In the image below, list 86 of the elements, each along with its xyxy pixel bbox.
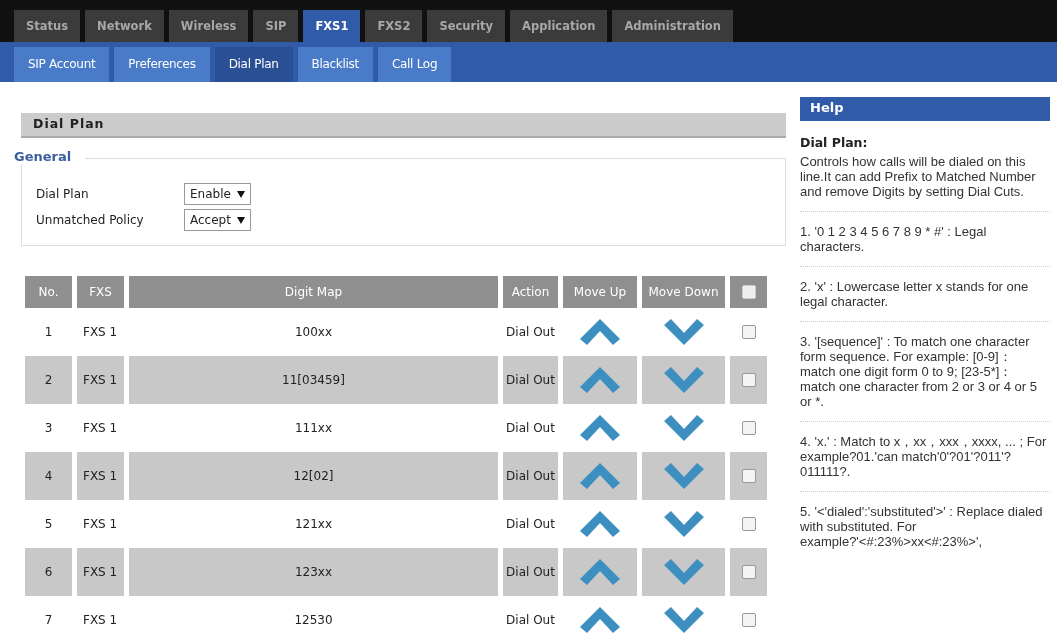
nav-tab[interactable]: Wireless (168, 10, 249, 42)
table-cell-text: 100xx (293, 324, 334, 341)
help-text: 3. '[sequence]' : To match one character form sequence. For example: [0-9]： match one digit form 0 to 9; [23-5*]： match one character from 2 or 3 or 4 or 5 or *. (800, 321, 1050, 421)
help-text: 4. 'x.' : Match to x，xx，xxx，xxxx, ... ; For example?01.'can match'0'?01'?011'?011111?. (800, 421, 1050, 491)
nav-tab[interactable]: SIP (253, 10, 299, 42)
sub-tab[interactable]: SIP Account (14, 47, 110, 82)
help-subtitle: Dial Plan: (800, 135, 869, 150)
row-checkbox[interactable] (741, 469, 756, 483)
move-down-icon[interactable] (663, 559, 704, 585)
table-cell-text: FXS 1 (82, 420, 119, 437)
sub-tab[interactable]: Blacklist (297, 47, 373, 82)
help-text: 2. 'x' : Lowercase letter x stands for one legal character. (800, 266, 1050, 321)
table-cell-text: 111xx (293, 420, 334, 437)
table-cell: Dial Out (503, 452, 558, 500)
table-cell: FXS 1 (77, 356, 124, 404)
legend-title: General (14, 149, 86, 164)
table-cell-text: 3 (43, 420, 54, 437)
move-up-icon[interactable] (580, 511, 620, 537)
nav-tab[interactable]: FXS1 (303, 10, 361, 42)
nav-tab[interactable]: Administration (612, 10, 733, 42)
table-cell: 11[03459] (129, 356, 498, 404)
move-up-icon[interactable] (580, 319, 620, 345)
column-header: Move Down (642, 276, 725, 308)
nav-tab[interactable]: Network (85, 10, 164, 42)
row-checkbox[interactable] (741, 565, 756, 579)
move-up-icon[interactable] (580, 607, 620, 633)
field-label: Dial Plan (36, 187, 90, 201)
table-cell: FXS 1 (77, 452, 124, 500)
table-cell-text: FXS 1 (82, 516, 119, 533)
row-checkbox[interactable] (741, 325, 756, 339)
column-header: No. (25, 276, 72, 308)
dropdown[interactable]: Enable (184, 183, 251, 205)
sub-tab[interactable]: Call Log (377, 47, 452, 82)
column-header: Digit Map (129, 276, 498, 308)
table-cell-text: FXS 1 (82, 612, 119, 629)
help-text: 1. '0 1 2 3 4 5 6 7 8 9 * #' : Legal characters. (800, 211, 1050, 266)
table-cell-text: Dial Out (505, 516, 556, 533)
move-down-icon[interactable] (663, 463, 704, 489)
dropdown[interactable]: Accept (184, 209, 251, 231)
table-cell: 6 (25, 548, 72, 596)
table-cell: 2 (25, 356, 72, 404)
row-checkbox[interactable] (741, 373, 756, 387)
row-checkbox[interactable] (741, 421, 756, 435)
caret-icon (236, 190, 245, 198)
table-cell-text: 5 (43, 516, 54, 533)
help-header: Help (800, 97, 1050, 121)
table-cell-text: 121xx (293, 516, 334, 533)
help-text: 5. '<'dialed':'substituted'>' : Replace dialed with substituted. For example?'<#:23%>xx<#:23%>', (800, 491, 1050, 561)
row-checkbox[interactable] (741, 613, 756, 627)
table-cell-text: FXS 1 (82, 324, 119, 341)
nav-tab[interactable]: Status (14, 10, 81, 42)
sub-tab[interactable]: Preferences (114, 47, 210, 82)
sub-tab[interactable]: Dial Plan (214, 47, 293, 82)
move-up-icon[interactable] (580, 415, 620, 441)
row-checkbox[interactable] (741, 517, 756, 531)
table-cell-text: 7 (43, 612, 54, 629)
column-header: Move Up (563, 276, 637, 308)
move-up-icon[interactable] (580, 367, 620, 393)
column-header: FXS (77, 276, 124, 308)
table-cell: Dial Out (503, 548, 558, 596)
table-cell-text: Dial Out (505, 612, 556, 629)
nav-tab[interactable]: FXS2 (365, 10, 423, 42)
move-down-icon[interactable] (663, 415, 704, 441)
table-cell: 123xx (129, 548, 498, 596)
field-label: Unmatched Policy (36, 213, 145, 227)
section-header: Dial Plan (21, 113, 786, 138)
nav-tab[interactable]: Security (427, 10, 506, 42)
move-down-icon[interactable] (663, 607, 704, 633)
table-cell-text: Dial Out (505, 324, 556, 341)
table-cell: Dial Out (503, 356, 558, 404)
table-cell-text: 12530 (293, 612, 334, 629)
caret-icon (236, 216, 245, 224)
select-all-checkbox[interactable] (741, 285, 756, 299)
table-cell: FXS 1 (77, 548, 124, 596)
table-cell-text: Dial Out (505, 420, 556, 437)
table-cell: 12[02] (129, 452, 498, 500)
move-up-icon[interactable] (580, 463, 620, 489)
table-cell: 4 (25, 452, 72, 500)
column-header: Action (503, 276, 558, 308)
move-down-icon[interactable] (663, 319, 704, 345)
move-down-icon[interactable] (663, 367, 704, 393)
move-down-icon[interactable] (663, 511, 704, 537)
help-text: Controls how calls will be dialed on this line.It can add Prefix to Matched Number and remove Digits by setting Dial Cuts. (800, 153, 1037, 201)
table-cell-text: 1 (43, 324, 54, 341)
move-up-icon[interactable] (580, 559, 620, 585)
nav-tab[interactable]: Application (510, 10, 608, 42)
